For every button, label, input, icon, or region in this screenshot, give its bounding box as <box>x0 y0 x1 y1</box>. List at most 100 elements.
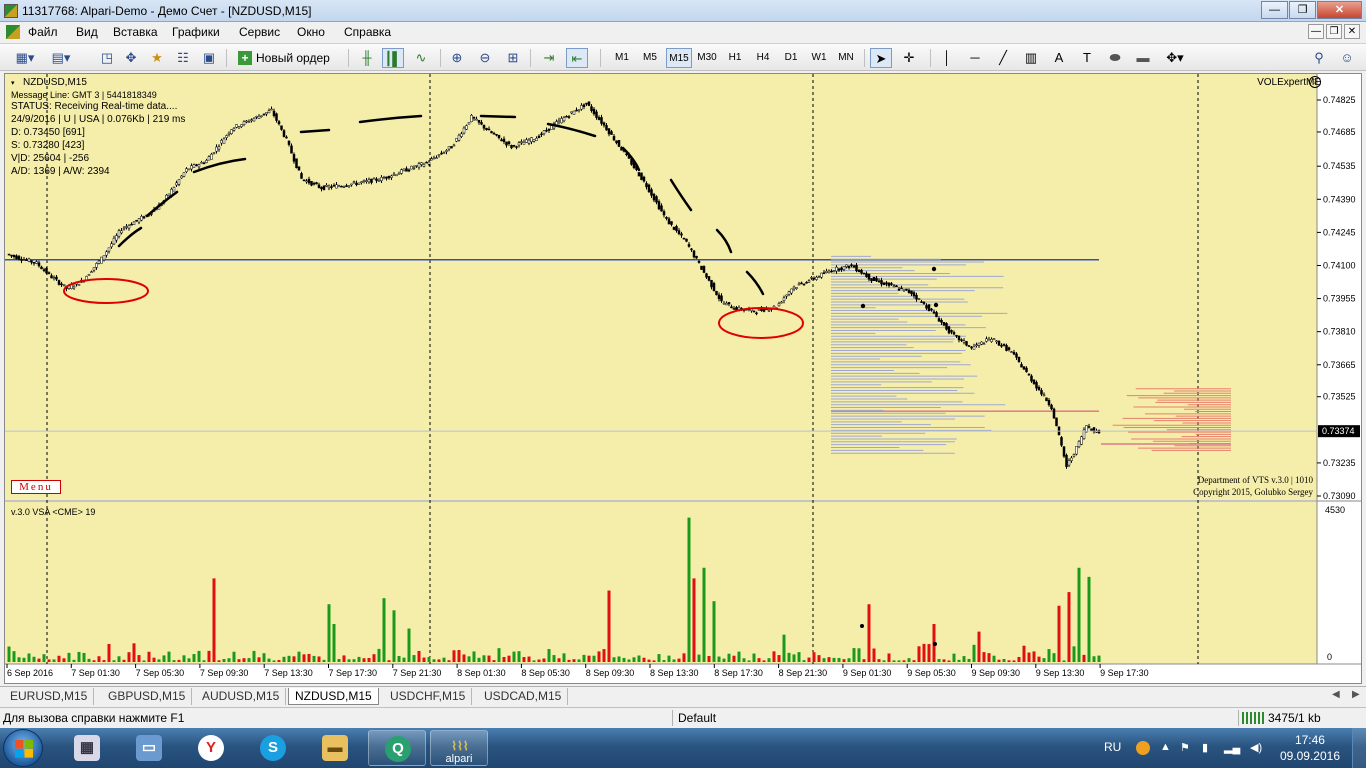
zoom-out-icon[interactable]: ⊖ <box>474 48 496 68</box>
taskbar-folder[interactable]: ▬ <box>306 730 364 766</box>
signal-icon[interactable]: ▂▄ <box>1224 741 1240 755</box>
taskbar-skype[interactable]: S <box>244 730 302 766</box>
mdi-restore-button[interactable]: ❐ <box>1326 24 1342 39</box>
volume-icon[interactable]: ◀) <box>1250 741 1264 755</box>
volume-bar <box>82 652 86 662</box>
network-icon[interactable]: ▮ <box>1202 741 1216 755</box>
channel-icon[interactable]: ▥ <box>1020 48 1042 68</box>
rectangle-icon[interactable]: ▬ <box>1132 48 1154 68</box>
tab-usdchf[interactable]: USDCHF,M15 <box>384 688 473 705</box>
smiley-icon[interactable]: ☺ <box>1309 76 1321 88</box>
menu-insert[interactable]: Вставка <box>113 25 158 39</box>
crosshair-icon[interactable]: ✛ <box>898 48 920 68</box>
vline-icon[interactable]: │ <box>936 48 958 68</box>
candle-body <box>1035 382 1038 389</box>
text-label-icon[interactable]: T <box>1076 48 1098 68</box>
menu-help[interactable]: Справка <box>344 25 391 39</box>
bar-chart-icon[interactable]: ╫ <box>356 48 378 68</box>
flag-icon[interactable]: ⚑ <box>1180 741 1194 755</box>
chart-shift-icon[interactable]: ⇤ <box>566 48 588 68</box>
autoscroll-icon[interactable]: ⇥ <box>538 48 560 68</box>
candle-body <box>222 138 226 144</box>
tab-scroll-left-icon[interactable]: ◀ <box>1332 689 1340 700</box>
trendline-icon[interactable]: ╱ <box>992 48 1014 68</box>
hline-icon[interactable]: ─ <box>964 48 986 68</box>
volume-bar <box>877 659 881 662</box>
volume-bar <box>437 659 441 662</box>
maximize-button[interactable]: ❐ <box>1289 1 1316 19</box>
timeframe-w1[interactable]: W1 <box>808 48 830 68</box>
tab-usdcad[interactable]: USDCAD,M15 <box>478 688 569 705</box>
volume-bar <box>1022 645 1026 662</box>
navigator-icon[interactable]: ☷ <box>172 48 194 68</box>
candle-body <box>677 230 681 235</box>
chart-canvas[interactable]: 0.74825 0.74685 0.74535 0.74390 0.74245 0.741… <box>5 74 1361 683</box>
arrows-icon[interactable]: ✥▾ <box>1160 48 1190 68</box>
taskbar-yandex[interactable]: Y <box>182 730 240 766</box>
chart-collapse-icon[interactable]: ▾ <box>11 78 19 87</box>
menu-tools[interactable]: Сервис <box>239 25 280 39</box>
timeframe-m1[interactable]: M1 <box>610 48 634 68</box>
favorites-icon[interactable]: ★ <box>146 48 168 68</box>
taskbar-calculator[interactable]: ▦ <box>58 730 116 766</box>
text-icon[interactable]: A <box>1048 48 1070 68</box>
profiles-icon[interactable]: ▤▾ <box>46 48 76 68</box>
taskbar-qip[interactable]: Q <box>368 730 426 766</box>
timeframe-h4[interactable]: H4 <box>752 48 774 68</box>
timeframe-m5[interactable]: M5 <box>638 48 662 68</box>
timeframe-d1[interactable]: D1 <box>780 48 802 68</box>
tab-nzdusd[interactable]: NZDUSD,M15 <box>288 688 379 705</box>
timeframe-m15[interactable]: M15 <box>666 48 692 68</box>
account-icon[interactable]: ☺ <box>1336 48 1358 68</box>
menu-file[interactable]: Файл <box>28 25 58 39</box>
new-order-button[interactable]: + Новый ордер <box>238 48 330 68</box>
candle-body <box>480 122 483 125</box>
candle-body <box>375 178 378 181</box>
minimize-button[interactable]: — <box>1261 1 1288 19</box>
language-indicator[interactable]: RU <box>1104 740 1121 754</box>
crosshair-move-icon[interactable]: ✥ <box>120 48 142 68</box>
line-chart-icon[interactable]: ∿ <box>410 48 432 68</box>
price-tick-label: 0.73090 <box>1323 491 1356 501</box>
timeframe-m30[interactable]: M30 <box>694 48 720 68</box>
candle-body <box>62 284 66 286</box>
candle-body <box>967 345 971 347</box>
candle-body <box>502 138 506 142</box>
tab-audusd[interactable]: AUDUSD,M15 <box>196 688 287 705</box>
candle-body <box>347 185 351 187</box>
document-icon[interactable] <box>6 25 20 39</box>
candle-body <box>47 272 51 274</box>
cursor-icon[interactable]: ➤ <box>870 48 892 68</box>
candle-body <box>180 175 183 179</box>
zoom-in-icon[interactable]: ⊕ <box>446 48 468 68</box>
tray-expand-icon[interactable]: ▲ <box>1160 741 1174 755</box>
search-icon[interactable]: ⚲ <box>1308 48 1330 68</box>
toolbar-separator <box>864 49 865 67</box>
tab-eurusd[interactable]: EURUSD,M15 <box>4 688 95 705</box>
taskbar-computer[interactable]: ▭ <box>120 730 178 766</box>
avast-icon[interactable] <box>1136 741 1150 755</box>
timeframe-mn[interactable]: MN <box>834 48 858 68</box>
chart-window[interactable]: 0.74825 0.74685 0.74535 0.74390 0.74245 0.741… <box>4 73 1362 684</box>
tab-gbpusd[interactable]: GBPUSD,M15 <box>102 688 193 705</box>
tile-icon[interactable]: ⊞ <box>502 48 524 68</box>
menu-charts[interactable]: Графики <box>172 25 220 39</box>
menu-view[interactable]: Вид <box>76 25 98 39</box>
start-button[interactable] <box>3 729 43 767</box>
volume-bar <box>52 659 56 662</box>
menu-button[interactable]: Menu <box>11 480 61 494</box>
candle-chart-icon[interactable]: ┃▌ <box>382 48 404 68</box>
menu-window[interactable]: Окно <box>297 25 325 39</box>
mdi-minimize-button[interactable]: — <box>1308 24 1324 39</box>
clock[interactable]: 17:46 09.09.2016 <box>1280 732 1340 764</box>
terminal-icon[interactable]: ▣ <box>198 48 220 68</box>
close-button[interactable]: ✕ <box>1317 1 1362 19</box>
mdi-close-button[interactable]: ✕ <box>1344 24 1360 39</box>
taskbar-alpari[interactable]: ⌇⌇⌇ alpari <box>430 730 488 766</box>
new-chart-icon[interactable]: ▦▾ <box>8 48 42 68</box>
show-desktop-button[interactable] <box>1352 728 1366 768</box>
market-watch-icon[interactable]: ◳ <box>96 48 118 68</box>
timeframe-h1[interactable]: H1 <box>724 48 746 68</box>
tab-scroll-right-icon[interactable]: ▶ <box>1352 689 1360 700</box>
ellipse-icon[interactable]: ⬬ <box>1104 48 1126 68</box>
